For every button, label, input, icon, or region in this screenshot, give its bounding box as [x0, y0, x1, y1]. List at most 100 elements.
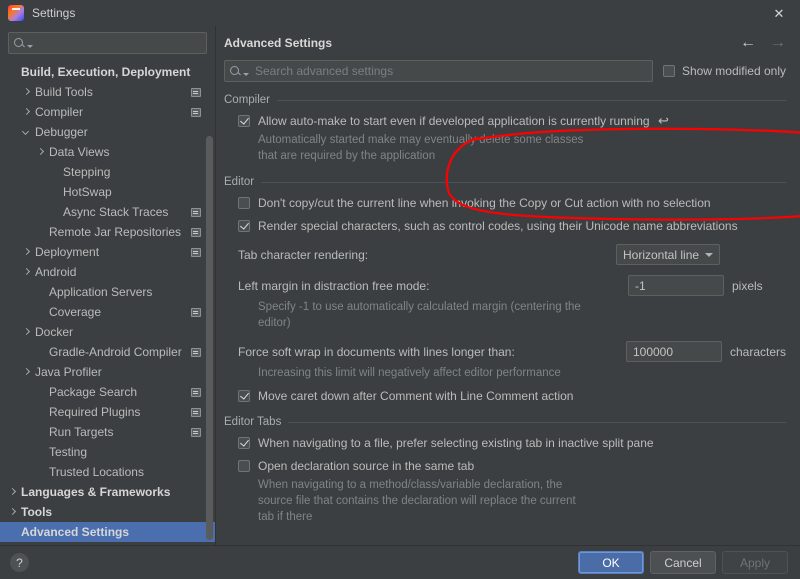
chevron-right-icon[interactable]	[22, 267, 32, 277]
sidebar-item-label: Trusted Locations	[49, 465, 144, 479]
checkbox-box[interactable]	[238, 460, 250, 472]
dialog-body: Build, Execution, Deployment Build Tools C…	[0, 26, 800, 545]
search-input[interactable]	[253, 63, 647, 79]
setting-hint: Increasing this limit will negatively af…	[258, 365, 588, 381]
sidebar-item-required-plugins[interactable]: Required Plugins	[0, 402, 215, 422]
sidebar-item-android[interactable]: Android	[0, 262, 215, 282]
chevron-right-icon[interactable]	[22, 107, 32, 117]
sidebar-item-label: Deployment	[35, 245, 99, 259]
arrow-left-icon[interactable]: ←	[740, 35, 756, 51]
sidebar-item-package-search[interactable]: Package Search	[0, 382, 215, 402]
setting-checkbox[interactable]: Move caret down after Comment with Line …	[238, 389, 573, 403]
setting-checkbox-row[interactable]: When navigating to a file, prefer select…	[238, 434, 786, 451]
chevron-right-icon[interactable]	[8, 507, 18, 517]
setting-checkbox-row[interactable]: Open declaration source in the same tab	[238, 457, 786, 474]
ok-button[interactable]: OK	[578, 551, 644, 574]
sidebar-item-label: Tools	[21, 505, 52, 519]
tab-character-rendering-select[interactable]: Horizontal line	[616, 244, 720, 265]
setting-checkbox-row[interactable]: Render special characters, such as contr…	[238, 217, 786, 234]
setting-checkbox[interactable]: When navigating to a file, prefer select…	[238, 436, 654, 450]
sidebar-item-application-servers[interactable]: Application Servers	[0, 282, 215, 302]
settings-options-scroll[interactable]: Compiler Allow auto-make to start even if…	[216, 82, 800, 545]
section-divider	[261, 182, 786, 183]
chevron-down-icon	[705, 253, 713, 257]
sidebar-item-deployment[interactable]: Deployment	[0, 242, 215, 262]
checkbox-box[interactable]	[238, 220, 250, 232]
sidebar-item-label: Build Tools	[35, 85, 93, 99]
setting-checkbox-row[interactable]: Allow auto-make to start even if develop…	[238, 112, 786, 129]
show-modified-only-checkbox[interactable]: Show modified only	[663, 64, 786, 78]
close-icon[interactable]: ✕	[758, 0, 800, 26]
sidebar-item-label: Java Profiler	[35, 365, 102, 379]
apply-button: Apply	[722, 551, 788, 574]
sidebar-item-build-tools[interactable]: Build Tools	[0, 82, 215, 102]
advanced-settings-search-box[interactable]	[224, 60, 653, 82]
sidebar-item-languages-frameworks[interactable]: Languages & Frameworks	[0, 482, 215, 502]
search-icon	[14, 37, 26, 49]
cancel-button[interactable]: Cancel	[650, 551, 716, 574]
sidebar-item-tools[interactable]: Tools	[0, 502, 215, 522]
setting-checkbox[interactable]: Don't copy/cut the current line when inv…	[238, 196, 711, 210]
setting-text-input[interactable]: 100000	[626, 341, 722, 362]
settings-tree[interactable]: Build, Execution, Deployment Build Tools C…	[0, 58, 215, 545]
sidebar-item-coverage[interactable]: Coverage	[0, 302, 215, 322]
sidebar-item-remote-jar-repositories[interactable]: Remote Jar Repositories	[0, 222, 215, 242]
sidebar-item-build-execution-deployment[interactable]: Build, Execution, Deployment	[0, 62, 215, 82]
checkbox-box[interactable]	[238, 390, 250, 402]
chevron-down-icon[interactable]	[22, 127, 32, 137]
sidebar-item-async-stack-traces[interactable]: Async Stack Traces	[0, 202, 215, 222]
sidebar-item-advanced-settings[interactable]: Advanced Settings	[0, 522, 215, 542]
setting-checkbox-row[interactable]: Move caret down after Comment with Line …	[238, 387, 786, 404]
sidebar-item-label: Docker	[35, 325, 73, 339]
sidebar-item-data-views[interactable]: Data Views	[0, 142, 215, 162]
window-titlebar: Settings ✕	[0, 0, 800, 26]
sidebar-item-trusted-locations[interactable]: Trusted Locations	[0, 462, 215, 482]
sidebar-scrollbar-thumb[interactable]	[206, 136, 213, 540]
sidebar-item-stepping[interactable]: Stepping	[0, 162, 215, 182]
setting-checkbox-row[interactable]: Don't copy/cut the current line when inv…	[238, 194, 786, 211]
section-header: Compiler	[224, 94, 786, 106]
sidebar-item-label: Testing	[49, 445, 87, 459]
checkbox-box[interactable]	[238, 197, 250, 209]
sidebar-search-input[interactable]	[37, 35, 201, 51]
chevron-right-icon[interactable]	[22, 87, 32, 97]
setting-checkbox[interactable]: Render special characters, such as contr…	[238, 219, 738, 233]
sidebar-item-gradle-android-compiler[interactable]: Gradle-Android Compiler	[0, 342, 215, 362]
setting-hint: Automatically started make may eventuall…	[258, 132, 588, 164]
unit-label: characters	[730, 345, 786, 359]
sidebar-item-compiler[interactable]: Compiler	[0, 102, 215, 122]
project-scope-badge-icon	[191, 248, 201, 257]
help-button[interactable]: ?	[10, 553, 29, 572]
checkbox-box[interactable]	[663, 65, 675, 77]
section-title: Editor	[224, 176, 254, 188]
setting-text-input[interactable]: -1	[628, 275, 724, 296]
sidebar-item-testing[interactable]: Testing	[0, 442, 215, 462]
sidebar-item-label: Stepping	[63, 165, 110, 179]
section-header: Editor Tabs	[224, 416, 786, 428]
tree-spacer	[8, 67, 18, 77]
sidebar-item-label: Build, Execution, Deployment	[21, 65, 190, 79]
chevron-right-icon[interactable]	[36, 147, 46, 157]
chevron-right-icon[interactable]	[8, 487, 18, 497]
setting-label: Allow auto-make to start even if develop…	[258, 114, 650, 128]
sidebar-item-docker[interactable]: Docker	[0, 322, 215, 342]
revert-icon[interactable]: ↪	[658, 114, 669, 127]
setting-checkbox[interactable]: Open declaration source in the same tab	[238, 459, 474, 473]
sidebar-item-run-targets[interactable]: Run Targets	[0, 422, 215, 442]
sidebar-item-debugger[interactable]: Debugger	[0, 122, 215, 142]
tree-spacer	[36, 467, 46, 477]
sidebar-item-label: Remote Jar Repositories	[49, 225, 181, 239]
checkbox-box[interactable]	[238, 437, 250, 449]
sidebar-item-label: Android	[35, 265, 76, 279]
chevron-right-icon[interactable]	[22, 327, 32, 337]
tree-spacer	[36, 287, 46, 297]
sidebar-item-hotswap[interactable]: HotSwap	[0, 182, 215, 202]
setting-checkbox[interactable]: Allow auto-make to start even if develop…	[238, 114, 650, 128]
sidebar-scrollbar[interactable]	[206, 136, 213, 540]
sidebar-search-box[interactable]	[8, 32, 207, 54]
checkbox-box[interactable]	[238, 115, 250, 127]
sidebar-item-java-profiler[interactable]: Java Profiler	[0, 362, 215, 382]
chevron-right-icon[interactable]	[22, 367, 32, 377]
setting-label: Don't copy/cut the current line when inv…	[258, 196, 711, 210]
chevron-right-icon[interactable]	[22, 247, 32, 257]
